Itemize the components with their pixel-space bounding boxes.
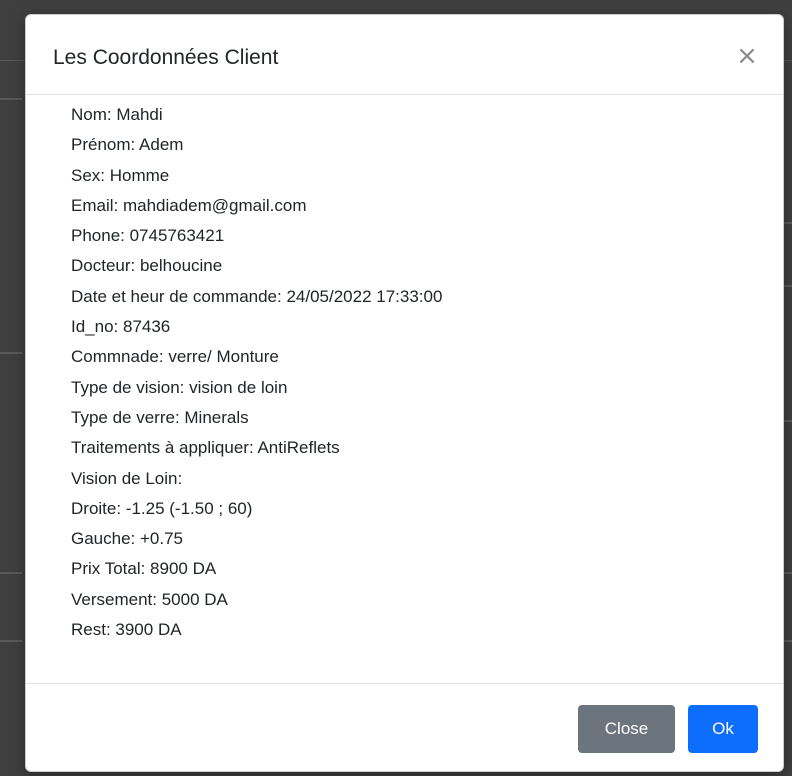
- client-details-modal: Les Coordonnées Client × Nom: Mahdi Préno…: [25, 14, 784, 772]
- modal-title: Les Coordonnées Client: [53, 46, 279, 69]
- modal-body: Nom: Mahdi Prénom: Adem Sex: Homme Email: m…: [26, 95, 783, 683]
- client-info-item: Vision de Loin:: [71, 468, 183, 488]
- client-info-item: Type de verre: Minerals: [71, 407, 249, 427]
- client-info-item: Versement: 5000 DA: [71, 589, 228, 609]
- modal-footer: Close Ok: [26, 683, 783, 771]
- client-info-item: Commnade: verre/ Monture: [71, 347, 279, 367]
- client-info-item: Docteur: belhoucine: [71, 256, 223, 276]
- client-info-item: Prix Total: 8900 DA: [71, 559, 217, 579]
- modal-header: Les Coordonnées Client ×: [26, 15, 783, 95]
- client-info-item: Nom: Mahdi: [71, 105, 163, 124]
- client-info-item: Gauche: +0.75: [71, 529, 184, 549]
- client-info-item: Sex: Homme: [71, 165, 170, 185]
- client-info-item: Droite: -1.25 (-1.50 ; 60): [71, 498, 253, 518]
- client-info-item: Phone: 0745763421: [71, 226, 225, 246]
- client-info-item: Id_no: 87436: [71, 317, 171, 337]
- client-info-item: Email: mahdiadem@gmail.com: [71, 195, 307, 215]
- background-edge-mark: [0, 98, 22, 100]
- client-info-item: Prénom: Adem: [71, 135, 184, 155]
- ok-button[interactable]: Ok: [688, 705, 758, 753]
- client-info-item: Type de vision: vision de loin: [71, 377, 288, 397]
- client-info-item: Traitements à appliquer: AntiReflets: [71, 438, 340, 458]
- close-button[interactable]: Close: [578, 705, 675, 753]
- background-edge-mark: [0, 572, 22, 574]
- background-edge-mark: [0, 640, 22, 642]
- close-icon[interactable]: ×: [733, 42, 761, 70]
- client-info-list: Nom: Mahdi Prénom: Adem Sex: Homme Email: m…: [71, 100, 442, 645]
- background-edge-mark: [0, 352, 22, 354]
- client-info-item: Date et heur de commande: 24/05/2022 17:…: [71, 286, 443, 306]
- client-info-item: Rest: 3900 DA: [71, 620, 182, 640]
